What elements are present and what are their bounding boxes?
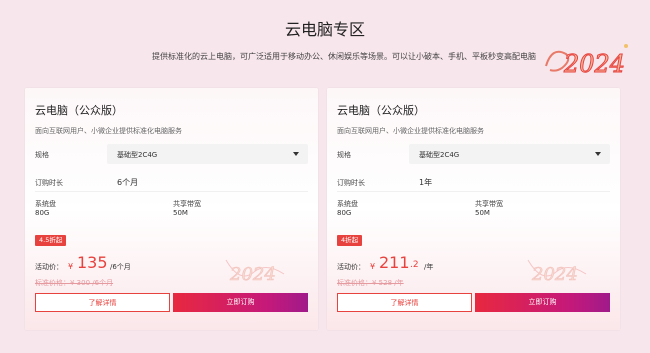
chevron-down-icon	[595, 152, 601, 156]
discount-badge: 4折起	[337, 235, 363, 246]
spec-select[interactable]: 基础型2C4G	[107, 144, 308, 164]
price-label: 活动价：	[35, 263, 63, 271]
duration-value: 6个月	[117, 178, 139, 187]
disk-value: 80G	[35, 209, 50, 217]
price-unit: /6个月	[110, 263, 131, 271]
bandwidth-label: 共享带宽	[173, 200, 201, 208]
discount-badge: 4.5折起	[35, 235, 67, 246]
disk-label: 系统盘	[35, 200, 56, 208]
card-title: 云电脑（公众版）	[35, 104, 123, 117]
spec-label: 规格	[35, 151, 49, 159]
currency-symbol: ¥	[370, 262, 376, 271]
svg-text:2024: 2024	[563, 50, 625, 78]
bandwidth-value: 50M	[475, 209, 490, 217]
bandwidth-value: 50M	[173, 209, 188, 217]
card-description: 面向互联网用户、小微企业提供标准化电脑服务	[337, 127, 484, 135]
duration-label: 订购时长	[337, 179, 365, 187]
price-label: 活动价：	[337, 263, 365, 271]
original-price: 标准价格：¥ 300 /6个月	[35, 279, 114, 287]
disk-value: 80G	[337, 209, 352, 217]
spec-select-value: 基础型2C4G	[117, 151, 158, 159]
price-decimal: .2	[410, 260, 419, 270]
currency-symbol: ¥	[68, 262, 74, 271]
price-unit: /年	[424, 263, 434, 271]
chevron-down-icon	[293, 152, 299, 156]
learn-more-button[interactable]: 了解详情	[35, 293, 170, 312]
original-price: 标准价格：¥ 528 /年	[337, 279, 404, 287]
spec-label: 规格	[337, 151, 351, 159]
card-description: 面向互联网用户、小微企业提供标准化电脑服务	[35, 127, 182, 135]
price-value: 211	[379, 253, 410, 272]
product-card-6-months: 2024 云电脑（公众版） 面向互联网用户、小微企业提供标准化电脑服务 规格 基…	[25, 88, 318, 330]
duration-value: 1年	[419, 178, 433, 187]
year-2024-decoration-icon: 2024	[545, 44, 628, 79]
learn-more-button[interactable]: 了解详情	[337, 293, 472, 312]
spec-select[interactable]: 基础型2C4G	[409, 144, 610, 164]
disk-label: 系统盘	[337, 200, 358, 208]
order-now-button[interactable]: 立即订购	[173, 293, 308, 312]
price-value: 135	[77, 253, 108, 272]
order-now-button[interactable]: 立即订购	[475, 293, 610, 312]
product-card-1-year: 2024 云电脑（公众版） 面向互联网用户、小微企业提供标准化电脑服务 规格 基…	[327, 88, 620, 330]
bandwidth-label: 共享带宽	[475, 200, 503, 208]
card-title: 云电脑（公众版）	[337, 104, 425, 117]
spec-select-value: 基础型2C4G	[419, 151, 460, 159]
duration-label: 订购时长	[35, 179, 63, 187]
